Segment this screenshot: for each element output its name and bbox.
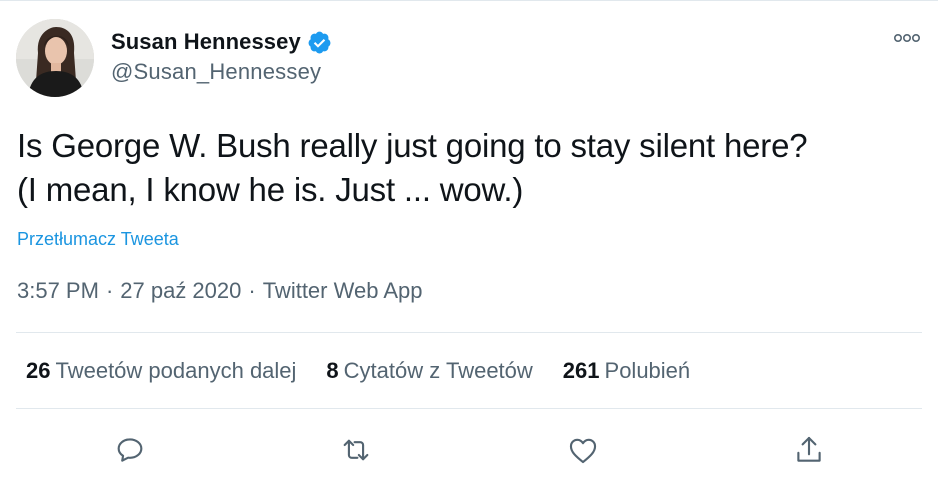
likes-label: Polubień bbox=[604, 358, 691, 383]
verified-badge-icon bbox=[307, 30, 332, 55]
author-handle[interactable]: @Susan_Hennessey bbox=[111, 59, 332, 85]
retweets-stat[interactable]: 26 Tweetów podanych dalej bbox=[26, 358, 296, 384]
share-icon bbox=[797, 436, 821, 462]
like-button[interactable] bbox=[563, 430, 603, 470]
likes-stat[interactable]: 261 Polubień bbox=[563, 358, 690, 384]
meta-separator: · bbox=[105, 278, 114, 303]
tweet-source[interactable]: Twitter Web App bbox=[263, 278, 423, 303]
avatar-image bbox=[16, 19, 94, 97]
tweet-text-line-2: (I mean, I know he is. Just ... wow.) bbox=[17, 171, 524, 208]
tweet-date[interactable]: 27 paź 2020 bbox=[120, 278, 241, 303]
tweet-text: Is George W. Bush really just going to s… bbox=[17, 124, 917, 212]
share-button[interactable] bbox=[789, 430, 829, 470]
engagement-stats: 26 Tweetów podanych dalej 8 Cytatów z Twee… bbox=[26, 358, 720, 384]
retweets-count: 26 bbox=[26, 358, 51, 383]
stats-top-divider bbox=[16, 332, 922, 333]
tweet-text-line-1: Is George W. Bush really just going to s… bbox=[17, 127, 808, 164]
tweet-time[interactable]: 3:57 PM bbox=[17, 278, 99, 303]
reply-icon bbox=[117, 438, 143, 462]
tweet-metadata: 3:57 PM · 27 paź 2020 · Twitter Web App bbox=[17, 278, 422, 304]
action-bar bbox=[0, 430, 938, 470]
likes-count: 261 bbox=[562, 358, 600, 383]
tweet-card: Susan Hennessey @Susan_Hennessey Is Geor… bbox=[0, 0, 938, 490]
top-divider bbox=[0, 0, 938, 1]
quotes-stat[interactable]: 8 Cytatów z Tweetów bbox=[326, 358, 532, 384]
meta-separator: · bbox=[248, 278, 256, 303]
avatar[interactable] bbox=[16, 19, 94, 97]
retweet-icon bbox=[343, 439, 369, 461]
reply-button[interactable] bbox=[110, 430, 150, 470]
quotes-label: Cytatów z Tweetów bbox=[343, 358, 533, 383]
retweets-label: Tweetów podanych dalej bbox=[55, 358, 297, 383]
translate-tweet-link[interactable]: Przetłumacz Tweeta bbox=[17, 229, 179, 250]
more-options-icon[interactable] bbox=[892, 30, 922, 46]
name-row: Susan Hennessey bbox=[111, 27, 332, 57]
author-display-name[interactable]: Susan Hennessey bbox=[111, 29, 301, 55]
quotes-count: 8 bbox=[326, 358, 339, 383]
author-block: Susan Hennessey @Susan_Hennessey bbox=[111, 27, 332, 85]
heart-icon bbox=[569, 438, 597, 464]
retweet-button[interactable] bbox=[336, 430, 376, 470]
actions-top-divider bbox=[16, 408, 922, 409]
